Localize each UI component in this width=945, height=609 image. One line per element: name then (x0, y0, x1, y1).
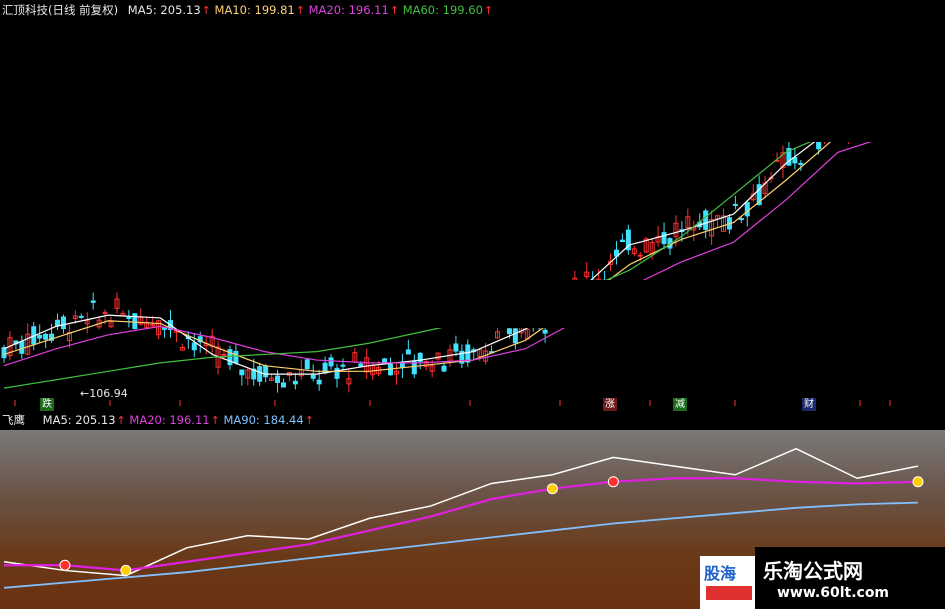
signal-coin-icon (607, 476, 619, 488)
watermark-title: 乐淘公式网 (763, 559, 863, 583)
site-watermark: 乐淘公式网 www.60lt.com (755, 547, 945, 609)
signal-coin-icon (59, 559, 71, 571)
stock-chart-window: 汇顶科技(日线 前复权) MA5: 205.13↑ MA10: 199.81↑ … (0, 0, 945, 609)
up-arrow-icon: ↑ (116, 414, 126, 427)
watermark-url: www.60lt.com (777, 585, 890, 601)
signal-coin-icon (546, 483, 558, 495)
indicator-name-label: 飞鹰 (2, 413, 25, 427)
partial-watermark: 股海 (700, 556, 758, 609)
partial-watermark-text: 股海 (704, 564, 737, 583)
ma20-value: MA20: 196.11 (129, 413, 210, 427)
signal-coin-icon (912, 476, 924, 488)
ma5-value: MA5: 205.13 (42, 413, 116, 427)
signal-coin-icon (120, 564, 132, 576)
lower-indicator-header: 飞鹰 MA5: 205.13↑ MA20: 196.11↑ MA90: 184.… (2, 412, 314, 428)
partial-watermark-stripe (706, 586, 752, 600)
ma90-value: MA90: 184.44 (223, 413, 304, 427)
up-arrow-icon: ↑ (304, 414, 314, 427)
up-arrow-icon: ↑ (210, 414, 220, 427)
indicator-line-chart (3, 447, 924, 589)
